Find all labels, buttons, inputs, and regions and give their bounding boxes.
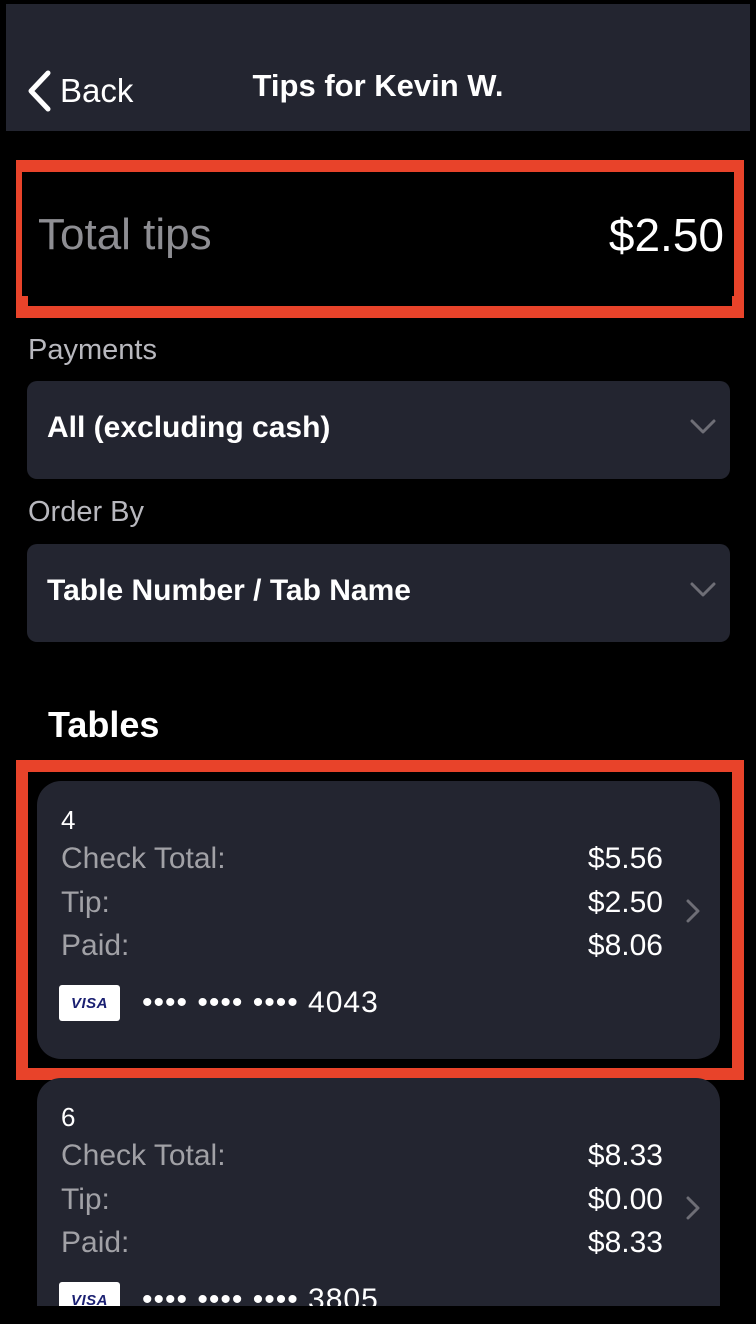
payments-select[interactable]: All (excluding cash) [27, 381, 730, 479]
table-card[interactable]: 6 Check Total: $8.33 Tip: $0.00 Paid: $8… [37, 1078, 720, 1324]
check-total-label: Check Total: [61, 842, 226, 875]
chevron-down-icon [690, 582, 716, 597]
visa-card-icon: VISA [59, 985, 120, 1021]
order-by-select[interactable]: Table Number / Tab Name [27, 544, 730, 642]
chevron-right-icon [686, 899, 700, 923]
tip-label: Tip: [61, 886, 110, 919]
tip-row: Tip: $2.50 [61, 883, 663, 923]
check-total-value: $8.33 [587, 1139, 663, 1172]
tables-heading: Tables [48, 704, 160, 745]
table-number: 4 [61, 805, 76, 835]
check-total-row: Check Total: $8.33 [61, 1136, 663, 1176]
total-tips-label: Total tips [38, 210, 212, 259]
check-total-row: Check Total: $5.56 [61, 839, 663, 879]
payments-label: Payments [28, 334, 157, 366]
total-tips-value: $2.50 [608, 209, 724, 261]
paid-value: $8.06 [587, 929, 663, 962]
chevron-down-icon [690, 419, 716, 434]
chevron-right-icon [686, 1196, 700, 1220]
paid-label: Paid: [61, 1226, 130, 1259]
table-number: 6 [61, 1102, 76, 1132]
total-tips-panel: Total tips $2.50 [22, 172, 734, 296]
page-title: Tips for Kevin W. [252, 68, 504, 103]
tip-value: $0.00 [587, 1183, 663, 1216]
order-by-label: Order By [28, 496, 145, 528]
tip-row: Tip: $0.00 [61, 1180, 663, 1220]
paid-value: $8.33 [587, 1226, 663, 1259]
paid-row: Paid: $8.06 [61, 926, 663, 966]
card-number-masked: •••• •••• •••• 4043 [142, 986, 379, 1019]
order-by-selected-value: Table Number / Tab Name [47, 574, 411, 607]
paid-label: Paid: [61, 929, 130, 962]
check-total-label: Check Total: [61, 1139, 226, 1172]
table-card[interactable]: 4 Check Total: $5.56 Tip: $2.50 Paid: $8… [37, 781, 720, 1059]
bottom-edge [0, 1306, 756, 1324]
check-total-value: $5.56 [587, 842, 663, 875]
paid-row: Paid: $8.33 [61, 1223, 663, 1263]
payment-method: VISA •••• •••• •••• 4043 [59, 985, 379, 1021]
payments-selected-value: All (excluding cash) [47, 411, 331, 444]
nav-bar: Back Tips for Kevin W. [6, 4, 750, 131]
tip-label: Tip: [61, 1183, 110, 1216]
tip-value: $2.50 [587, 886, 663, 919]
tips-screen: Back Tips for Kevin W. Total tips $2.50 … [0, 0, 756, 1324]
